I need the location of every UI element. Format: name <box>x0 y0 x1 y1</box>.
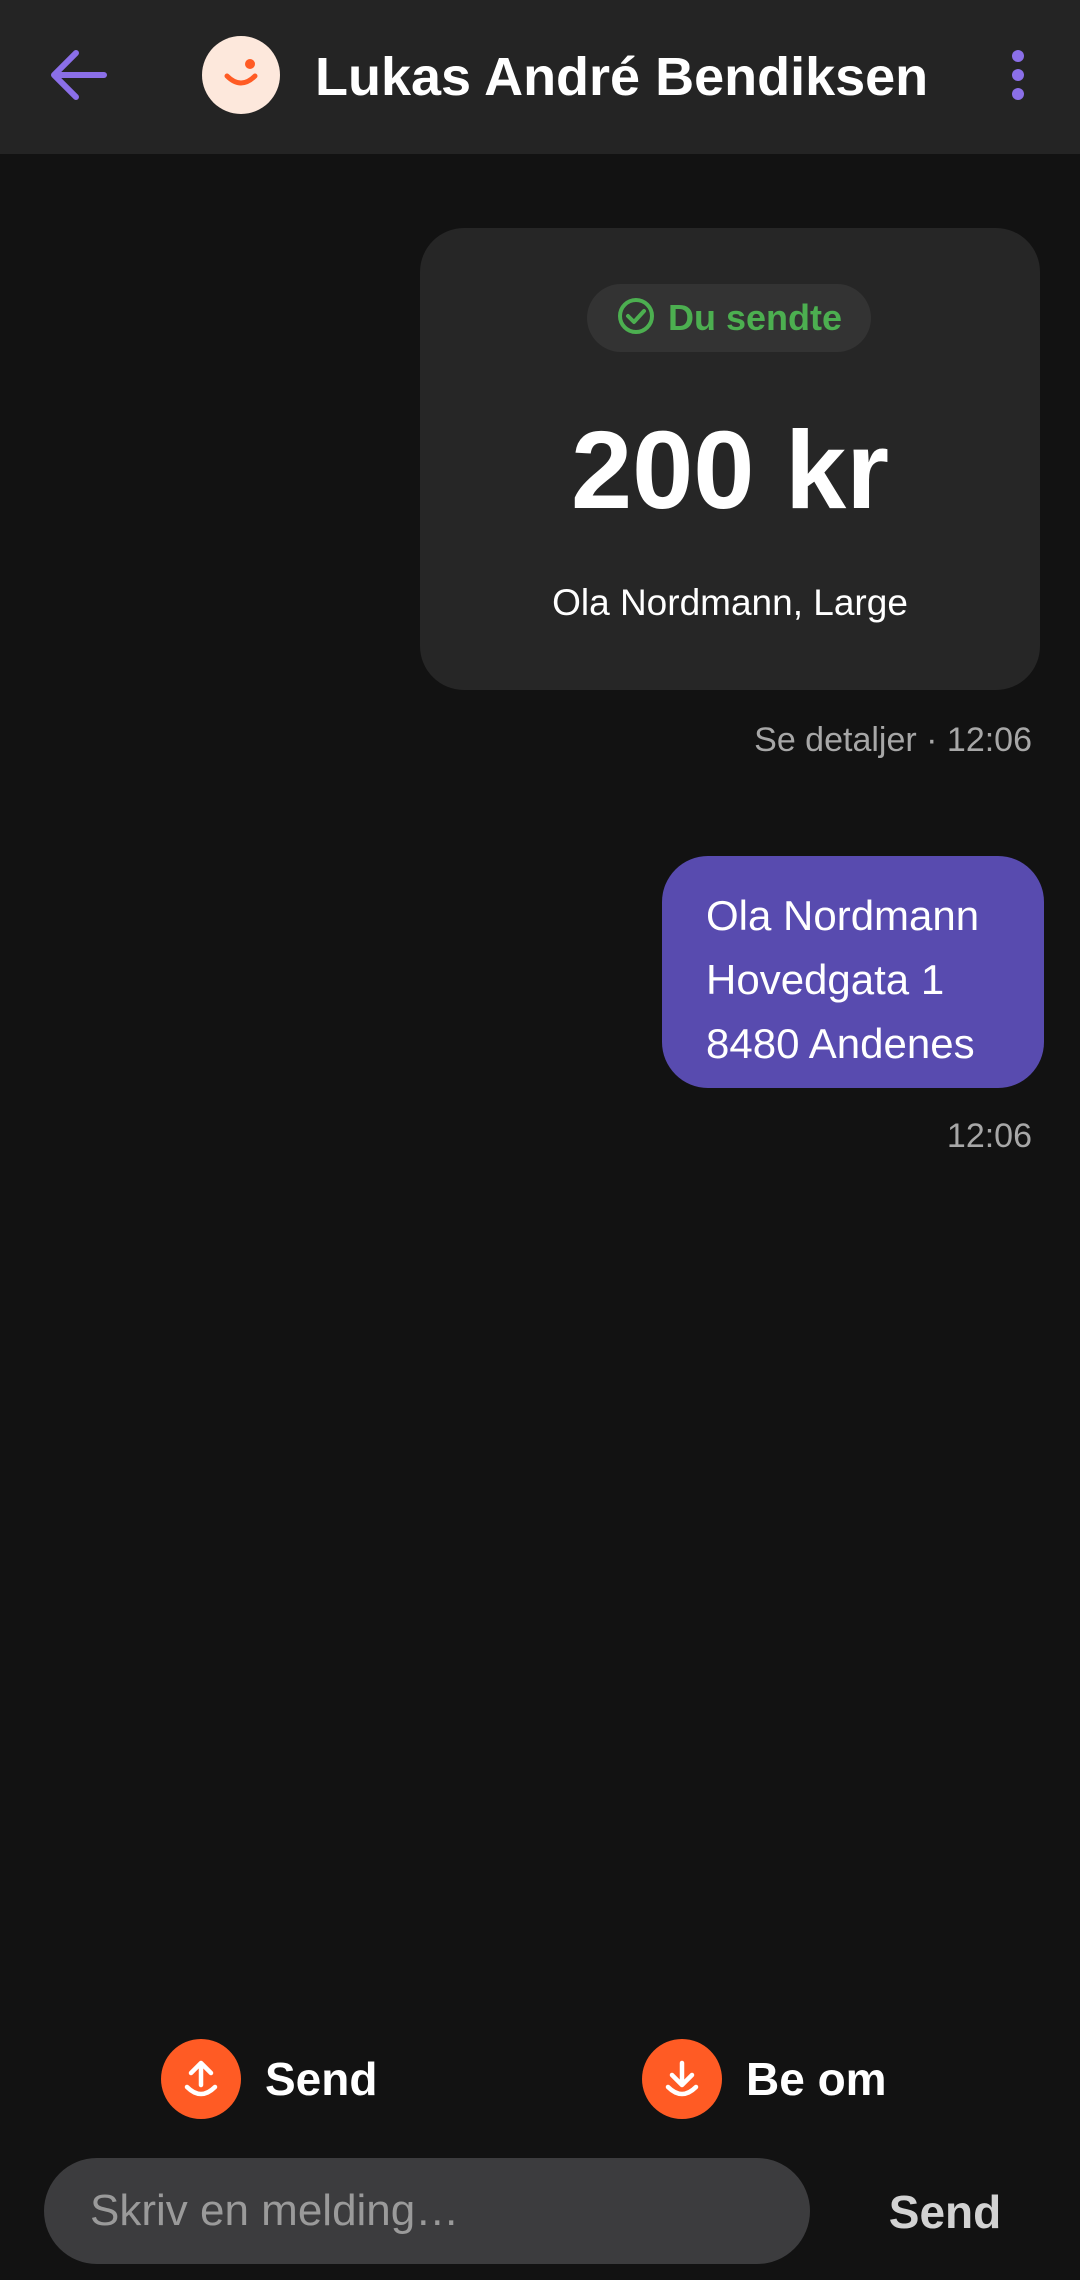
message-input[interactable] <box>44 2158 810 2264</box>
payment-amount: 200 kr <box>570 409 890 532</box>
arrow-left-icon <box>46 47 110 108</box>
more-vertical-icon <box>1010 49 1026 106</box>
upload-arrow-icon <box>161 2039 241 2119</box>
avatar[interactable] <box>202 36 280 114</box>
chat-screen: Lukas André Bendiksen Du sendte 200 kr O… <box>0 0 1080 2280</box>
send-message-button[interactable]: Send <box>870 2180 1020 2244</box>
meta-separator: · <box>916 721 947 759</box>
contact-name[interactable]: Lukas André Bendiksen <box>315 44 928 110</box>
send-money-label: Send <box>265 2053 378 2105</box>
app-bar: Lukas André Bendiksen <box>0 0 1080 154</box>
check-circle-icon <box>616 296 656 341</box>
payment-meta: Se detaljer · 12:06 <box>754 718 1032 762</box>
message-time: 12:06 <box>946 1117 1032 1155</box>
back-button[interactable] <box>28 32 128 122</box>
payment-status-text: Du sendte <box>667 297 843 338</box>
message-line: 8480 Andenes <box>706 1020 975 1067</box>
message-line: Hovedgata 1 <box>706 956 945 1003</box>
smile-avatar-icon <box>221 56 261 95</box>
send-money-button[interactable]: Send <box>161 2038 377 2120</box>
see-details-link[interactable]: Se detaljer <box>754 721 917 759</box>
message-bubble[interactable]: Ola Nordmann Hovedgata 1 8480 Andenes <box>662 856 1044 1088</box>
payment-description: Ola Nordmann, Large <box>552 582 908 623</box>
request-money-button[interactable]: Be om <box>642 2038 887 2120</box>
download-arrow-icon <box>642 2039 722 2119</box>
payment-card[interactable]: Du sendte 200 kr Ola Nordmann, Large <box>420 228 1040 690</box>
message-line: Ola Nordmann <box>706 892 980 939</box>
request-money-label: Be om <box>746 2053 887 2105</box>
payment-status-badge: Du sendte <box>587 284 871 352</box>
payment-time: 12:06 <box>946 721 1032 759</box>
more-options-button[interactable] <box>985 36 1051 118</box>
